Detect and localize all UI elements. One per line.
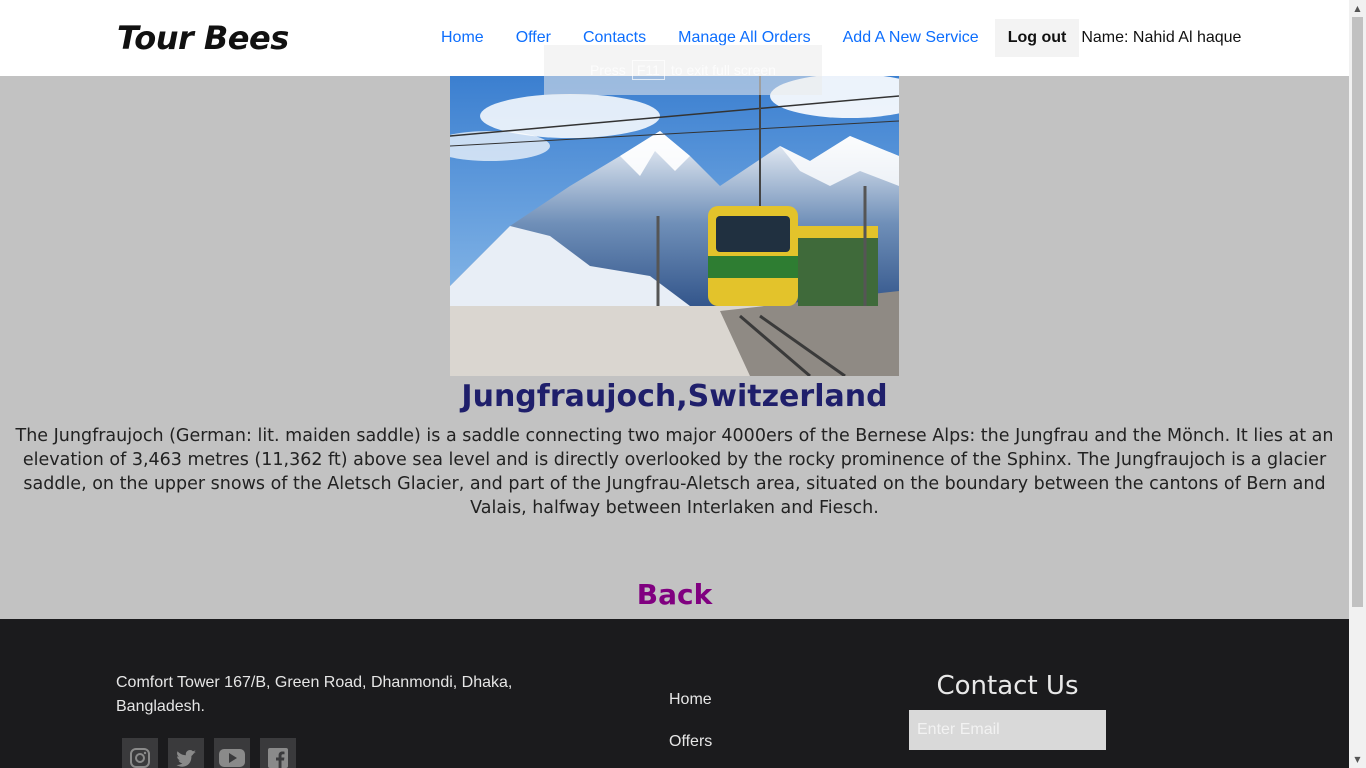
service-title: Jungfraujoch,Switzerland	[461, 379, 888, 414]
logout-button[interactable]: Log out	[994, 19, 1080, 57]
back-link[interactable]: Back	[0, 578, 1349, 611]
fullscreen-hint-after: to exit full screen	[670, 62, 776, 78]
nav-add-service-link[interactable]: Add A New Service	[827, 29, 995, 47]
nav-home-link[interactable]: Home	[425, 29, 500, 47]
facebook-icon[interactable]	[260, 738, 296, 768]
site-footer: Comfort Tower 167/B, Green Road, Dhanmon…	[0, 619, 1349, 768]
social-links	[122, 738, 296, 768]
scroll-down-arrow-icon[interactable]: ▼	[1349, 751, 1366, 768]
email-input[interactable]	[909, 710, 1106, 750]
fullscreen-hint-key: F11	[631, 60, 665, 80]
footer-offers-link[interactable]: Offers	[669, 733, 712, 751]
youtube-icon[interactable]	[214, 738, 250, 768]
page-scrollbar[interactable]: ▲ ▼	[1349, 0, 1366, 768]
fullscreen-hint: Press F11 to exit full screen	[544, 45, 822, 95]
twitter-icon[interactable]	[168, 738, 204, 768]
footer-address: Comfort Tower 167/B, Green Road, Dhanmon…	[116, 674, 513, 715]
scroll-thumb[interactable]	[1352, 17, 1363, 607]
footer-home-link[interactable]: Home	[669, 691, 712, 709]
service-description: The Jungfraujoch (German: lit. maiden sa…	[15, 426, 1334, 518]
jungfrau-train-illustration	[450, 76, 899, 376]
service-image	[450, 76, 899, 376]
instagram-icon[interactable]	[122, 738, 158, 768]
user-name-label: Name: Nahid Al haque	[1081, 29, 1242, 46]
fullscreen-hint-before: Press	[590, 62, 626, 78]
scroll-up-arrow-icon[interactable]: ▲	[1349, 0, 1366, 17]
brand-logo[interactable]: Tour Bees	[117, 19, 289, 57]
contact-us-heading: Contact Us	[936, 671, 1079, 701]
footer-links: Home Offers	[669, 691, 712, 768]
